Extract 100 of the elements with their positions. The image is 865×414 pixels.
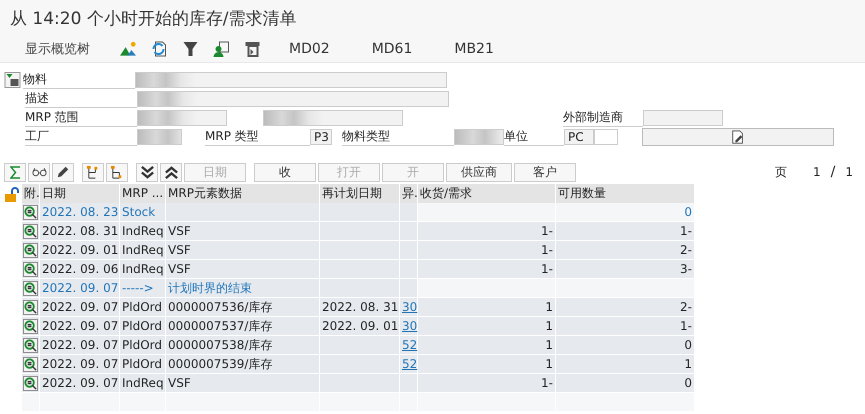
table-cell: VSF [166, 222, 320, 241]
refresh-document-icon[interactable] [151, 41, 168, 57]
document-icon[interactable] [23, 280, 38, 296]
exception-link[interactable]: 30 [402, 319, 418, 333]
column-header[interactable]: 异. [400, 184, 418, 203]
transaction-button[interactable]: MD61 [372, 41, 412, 57]
plant-field[interactable] [137, 129, 182, 145]
table-cell: 1- [418, 374, 556, 393]
table-cell [400, 260, 418, 279]
table-cell: 2022. 09. 07 [40, 298, 120, 317]
exception-link[interactable]: 30 [402, 300, 418, 314]
action-button[interactable]: 收 [254, 162, 316, 182]
description-field[interactable] [137, 91, 449, 107]
action-button[interactable]: 客户 [514, 162, 576, 182]
column-header[interactable]: 日期 [40, 184, 120, 203]
collapse-all-button[interactable] [160, 162, 182, 182]
material-icon[interactable] [4, 72, 21, 88]
table-cell: VSF [166, 260, 320, 279]
sum-icon [10, 166, 20, 178]
exception-link[interactable]: 52 [402, 357, 418, 371]
tree-button[interactable] [106, 162, 128, 182]
pencil-button[interactable] [52, 162, 74, 182]
document-icon[interactable] [23, 262, 38, 276]
table-cell: PldOrd [120, 317, 166, 336]
manufacturer-field[interactable] [643, 110, 723, 126]
table-cell: 2022. 09. 01 [40, 241, 120, 260]
material-type-field[interactable] [454, 129, 504, 145]
unit-field[interactable]: PC [564, 129, 594, 145]
mrp-area-text-field[interactable] [263, 110, 403, 126]
table-cell: 1 [556, 355, 695, 374]
expand-all-button[interactable] [136, 162, 158, 182]
page-label: 页 [775, 164, 787, 180]
sum-button[interactable] [4, 162, 26, 182]
table-cell: 1 [418, 317, 556, 336]
chevron-down-icon [140, 164, 154, 180]
pencil-icon [56, 165, 70, 179]
table-cell: 1- [418, 241, 556, 260]
document-icon[interactable] [23, 204, 38, 220]
table-cell: 0 [556, 203, 695, 222]
document-icon[interactable] [23, 376, 38, 390]
filter-icon[interactable] [182, 41, 199, 57]
lock-icon[interactable] [4, 187, 20, 203]
column-header[interactable]: 收货/需求 [418, 184, 556, 203]
document-icon[interactable] [23, 356, 38, 372]
column-header[interactable]: MRP ... [120, 184, 166, 203]
edit-document-icon [731, 130, 745, 144]
table-cell: 2022. 08. 31 [320, 298, 400, 317]
table-cell: 0000007537/库存 [166, 317, 320, 336]
column-header[interactable]: MRP元素数据 [166, 184, 320, 203]
table-cell: -----> [120, 279, 166, 298]
table-cell: 2022. 08. 23 [40, 203, 120, 222]
glasses-icon [32, 167, 46, 177]
document-icon[interactable] [23, 300, 38, 314]
table-cell: VSF [166, 374, 320, 393]
table-cell [400, 222, 418, 241]
document-icon[interactable] [23, 318, 38, 334]
table-cell: 2- [556, 298, 695, 317]
table-cell: PldOrd [120, 355, 166, 374]
layout-icon[interactable] [244, 41, 261, 57]
table-cell: 2- [556, 241, 695, 260]
table-cell: PldOrd [120, 298, 166, 317]
action-button[interactable]: 供应商 [446, 162, 512, 182]
table-cell: PldOrd [120, 336, 166, 355]
table-cell: IndReq [120, 241, 166, 260]
mrp-area-field[interactable] [137, 110, 227, 126]
page-total: 1 [845, 165, 853, 179]
tree-icon [86, 164, 100, 180]
table-cell: 1 [418, 355, 556, 374]
overview-tree-button[interactable]: 显示概览树 [25, 40, 90, 58]
table-cell: 2022. 09. 07 [40, 317, 120, 336]
column-header[interactable]: 再计划日期 [320, 184, 400, 203]
table-cell: 2022. 09. 06 [40, 260, 120, 279]
tree-button[interactable] [82, 162, 104, 182]
exception-link[interactable]: 52 [402, 338, 418, 352]
document-icon[interactable] [23, 242, 38, 258]
input-field[interactable] [594, 129, 618, 145]
table-cell [400, 203, 418, 222]
column-header[interactable]: 可用数量 [556, 184, 695, 203]
mrp-type-field[interactable]: P3 [310, 129, 332, 145]
page-separator: / [830, 164, 836, 180]
document-icon[interactable] [23, 338, 38, 352]
material-field[interactable] [135, 72, 447, 88]
document-icon[interactable] [23, 224, 38, 238]
table-cell: 2022. 09. 07 [40, 336, 120, 355]
transaction-button[interactable]: MD02 [289, 41, 330, 57]
mountains-icon[interactable] [120, 41, 137, 57]
table-cell: VSF [166, 241, 320, 260]
table-cell: 1- [418, 222, 556, 241]
column-header[interactable]: 附. [22, 184, 40, 203]
table-cell: IndReq [120, 260, 166, 279]
page-number: 1 [813, 165, 821, 179]
glasses-button[interactable] [28, 162, 50, 182]
table-cell: 计划时界的结束 [166, 279, 320, 298]
table-cell: 1- [556, 222, 695, 241]
table-cell: 1- [418, 260, 556, 279]
table-cell: 3- [556, 260, 695, 279]
table-cell: 2022. 09. 07 [40, 355, 120, 374]
transaction-button[interactable]: MB21 [454, 41, 494, 57]
user-list-icon[interactable] [213, 41, 230, 57]
table-cell: 2022. 08. 31 [40, 222, 120, 241]
